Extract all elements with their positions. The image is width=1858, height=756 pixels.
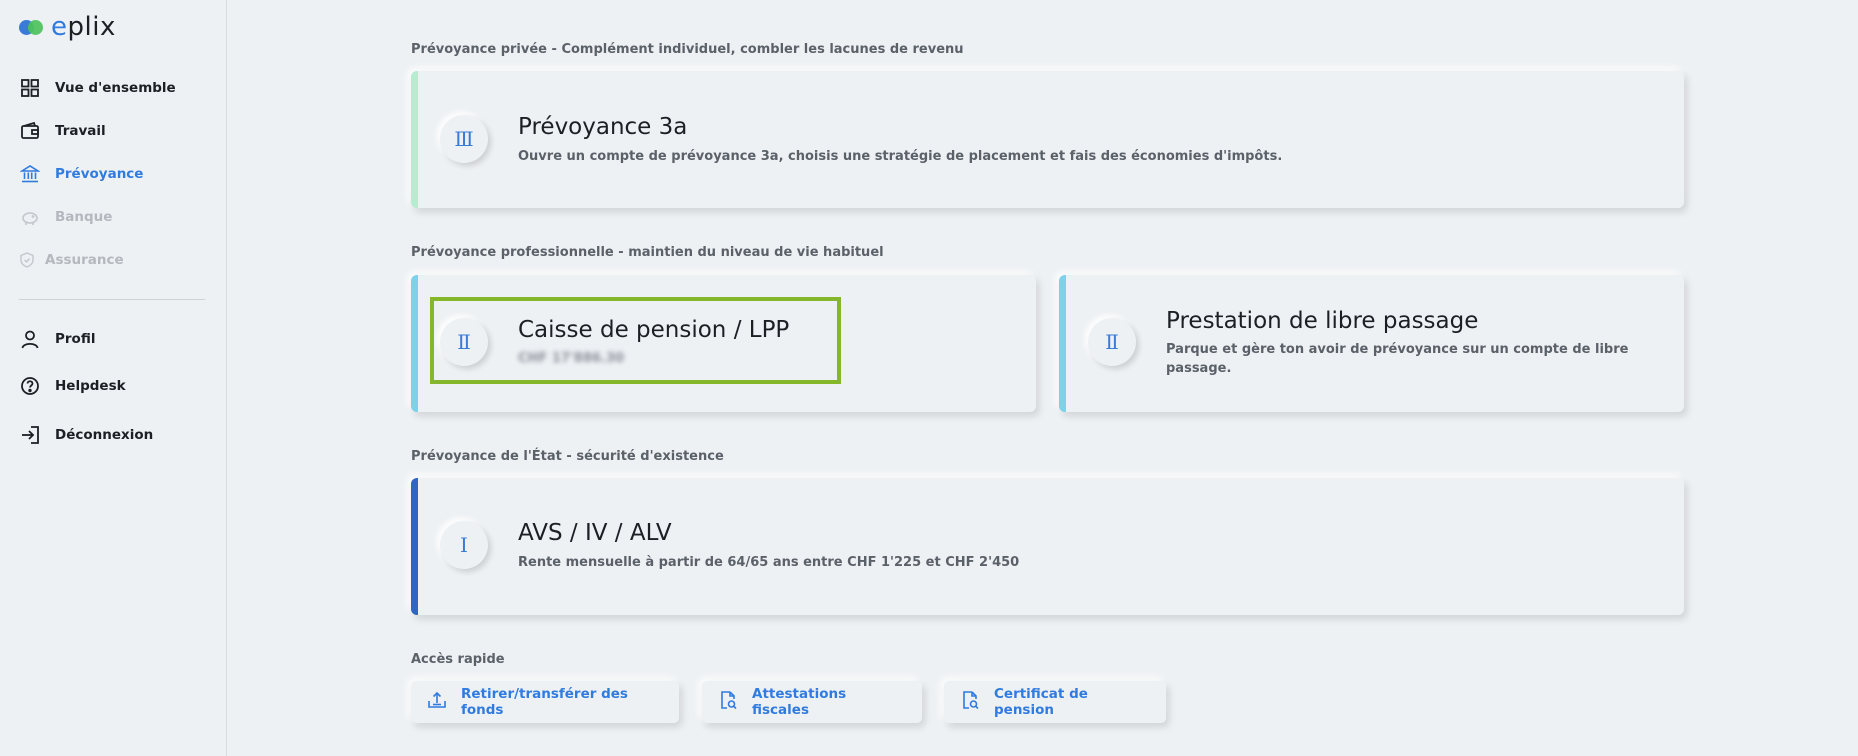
sidebar-item-overview[interactable]: Vue d'ensemble (19, 77, 176, 99)
grid-icon (19, 77, 41, 99)
card-description-line-2: passage. (1166, 361, 1232, 376)
piggy-bank-icon (19, 206, 41, 228)
sidebar-item-logout[interactable]: Déconnexion (19, 424, 153, 446)
pillar-three-icon: Ⅲ (440, 115, 488, 163)
pillar-two-icon: Ⅱ (1088, 318, 1136, 366)
sidebar-item-label: Assurance (45, 252, 124, 268)
card-description-line-1: Parque et gère ton avoir de prévoyance s… (1166, 342, 1629, 357)
wallet-icon (19, 120, 41, 142)
sidebar-item-label: Vue d'ensemble (55, 80, 176, 96)
card-description: Ouvre un compte de prévoyance 3a, choisi… (518, 149, 1283, 164)
highlight-box (430, 297, 841, 384)
brand-name: eplix (51, 12, 116, 42)
card-stripe (411, 478, 418, 615)
card-title: Prestation de libre passage (1166, 308, 1479, 334)
button-label: Retirer/transférer des fonds (461, 686, 628, 718)
card-title: Prévoyance 3a (518, 114, 688, 140)
sidebar-item-bank: Banque (19, 206, 112, 228)
sidebar: eplix Vue d'ensemble Travail Prévoyance … (0, 0, 227, 756)
sidebar-item-prevoyance[interactable]: Prévoyance (19, 163, 143, 185)
card-stripe (411, 71, 418, 208)
section-title-state: Prévoyance de l'État - sécurité d'existe… (411, 449, 724, 464)
upload-icon (427, 690, 447, 714)
card-vested-benefits[interactable]: Ⅱ Prestation de libre passage Parque et … (1059, 275, 1684, 412)
withdraw-transfer-button[interactable]: Retirer/transférer des fonds (411, 681, 679, 723)
brand-logo[interactable]: eplix (19, 14, 116, 40)
help-icon (19, 375, 41, 397)
document-search-icon (960, 690, 980, 714)
card-stripe (1059, 275, 1066, 412)
sidebar-item-label: Helpdesk (55, 378, 126, 394)
sidebar-item-label: Prévoyance (55, 166, 144, 182)
sidebar-item-profile[interactable]: Profil (19, 328, 95, 350)
section-title-private: Prévoyance privée - Complément individue… (411, 42, 964, 57)
shield-icon (19, 249, 35, 271)
main-content: Prévoyance privée - Complément individue… (226, 0, 1858, 756)
user-icon (19, 328, 41, 350)
sidebar-item-helpdesk[interactable]: Helpdesk (19, 375, 126, 397)
card-description: Rente mensuelle à partir de 64/65 ans en… (518, 555, 1020, 570)
pension-certificate-button[interactable]: Certificat de pension (944, 681, 1166, 723)
sidebar-divider (19, 299, 205, 300)
button-label: Certificat de pension (994, 686, 1088, 718)
document-search-icon (718, 690, 738, 714)
button-label: Attestations fiscales (752, 686, 847, 718)
sidebar-item-insurance: Assurance (19, 249, 124, 271)
section-title-professional: Prévoyance professionnelle - maintien du… (411, 245, 884, 260)
card-stripe (411, 275, 418, 412)
sidebar-item-label: Déconnexion (55, 427, 154, 443)
bank-icon (19, 163, 41, 185)
card-title: AVS / IV / ALV (518, 520, 672, 546)
tax-certificates-button[interactable]: Attestations fiscales (702, 681, 922, 723)
card-pillar-3a[interactable]: Ⅲ Prévoyance 3a Ouvre un compte de prévo… (411, 71, 1684, 208)
sidebar-item-label: Banque (55, 209, 113, 225)
pillar-one-icon: Ⅰ (440, 521, 488, 569)
section-title-quick-access: Accès rapide (411, 652, 505, 667)
logout-icon (19, 424, 41, 446)
card-avs-iv-alv[interactable]: Ⅰ AVS / IV / ALV Rente mensuelle à parti… (411, 478, 1684, 615)
sidebar-item-work[interactable]: Travail (19, 120, 106, 142)
sidebar-item-label: Profil (55, 331, 96, 347)
sidebar-item-label: Travail (55, 123, 106, 139)
logo-mark-icon (19, 18, 45, 36)
